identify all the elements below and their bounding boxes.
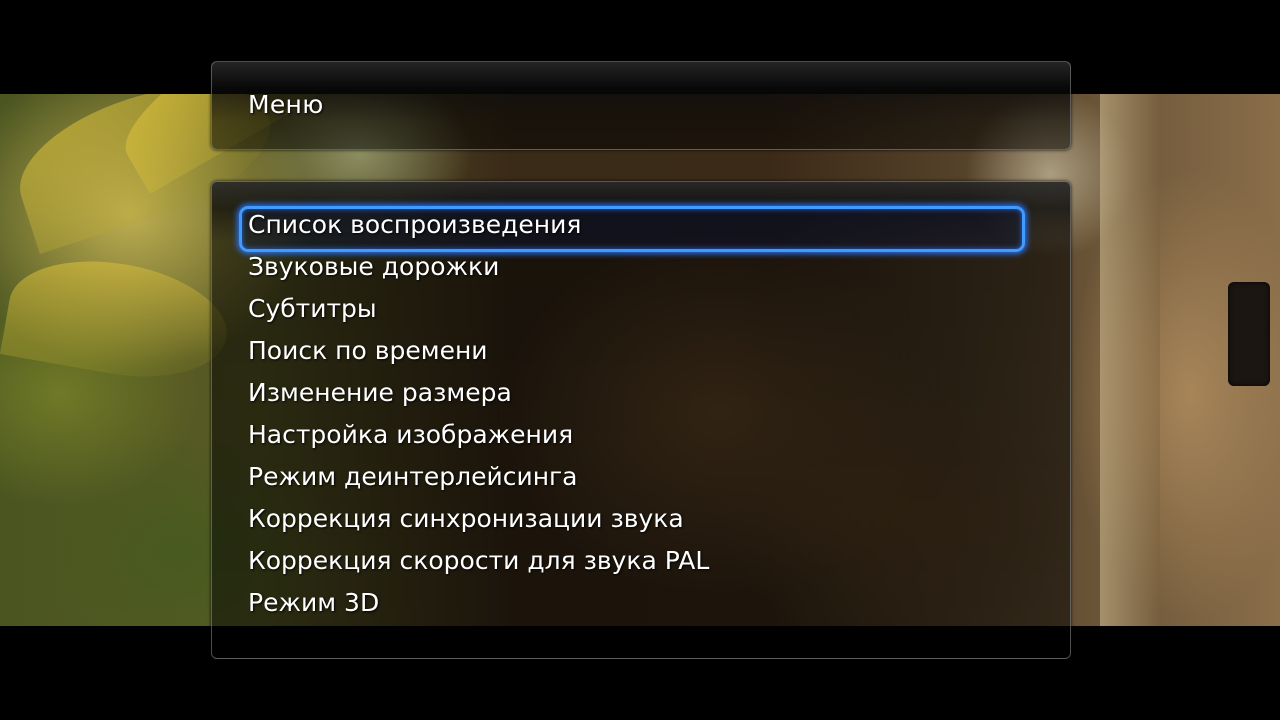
menu-item-label: Субтитры xyxy=(248,294,377,323)
menu-item-label: Изменение размера xyxy=(248,378,512,407)
menu-item-deinterlace-mode[interactable]: Режим деинтерлейсинга xyxy=(212,456,1070,498)
door-handle-image xyxy=(1228,282,1270,386)
menu-panel: Список воспроизведения Звуковые дорожки … xyxy=(211,181,1071,659)
menu-item-label: Коррекция скорости для звука PAL xyxy=(248,546,710,575)
menu-item-label: Режим 3D xyxy=(248,588,380,617)
menu-item-label: Список воспроизведения xyxy=(248,210,582,239)
menu-header-panel: Меню xyxy=(211,61,1071,150)
menu-item-subtitles[interactable]: Субтитры xyxy=(212,288,1070,330)
menu-item-label: Режим деинтерлейсинга xyxy=(248,462,578,491)
menu-item-audio-tracks[interactable]: Звуковые дорожки xyxy=(212,246,1070,288)
menu-item-label: Настройка изображения xyxy=(248,420,574,449)
menu-item-label: Звуковые дорожки xyxy=(248,252,500,281)
menu-item-pal-speed[interactable]: Коррекция скорости для звука PAL xyxy=(212,540,1070,582)
menu-item-resize[interactable]: Изменение размера xyxy=(212,372,1070,414)
player-screen: Меню Список воспроизведения Звуковые дор… xyxy=(0,0,1280,720)
menu-item-playlist[interactable]: Список воспроизведения xyxy=(212,204,1070,252)
menu-item-audio-sync[interactable]: Коррекция синхронизации звука xyxy=(212,498,1070,540)
palm-leaves-image xyxy=(0,245,236,393)
menu-item-3d-mode[interactable]: Режим 3D xyxy=(212,582,1070,624)
menu-title: Меню xyxy=(248,90,324,119)
menu-item-label: Поиск по времени xyxy=(248,336,488,365)
vehicle-door-image xyxy=(1100,94,1160,626)
menu-item-label: Коррекция синхронизации звука xyxy=(248,504,684,533)
menu-item-time-search[interactable]: Поиск по времени xyxy=(212,330,1070,372)
menu-list: Список воспроизведения Звуковые дорожки … xyxy=(212,204,1070,624)
menu-item-picture-settings[interactable]: Настройка изображения xyxy=(212,414,1070,456)
